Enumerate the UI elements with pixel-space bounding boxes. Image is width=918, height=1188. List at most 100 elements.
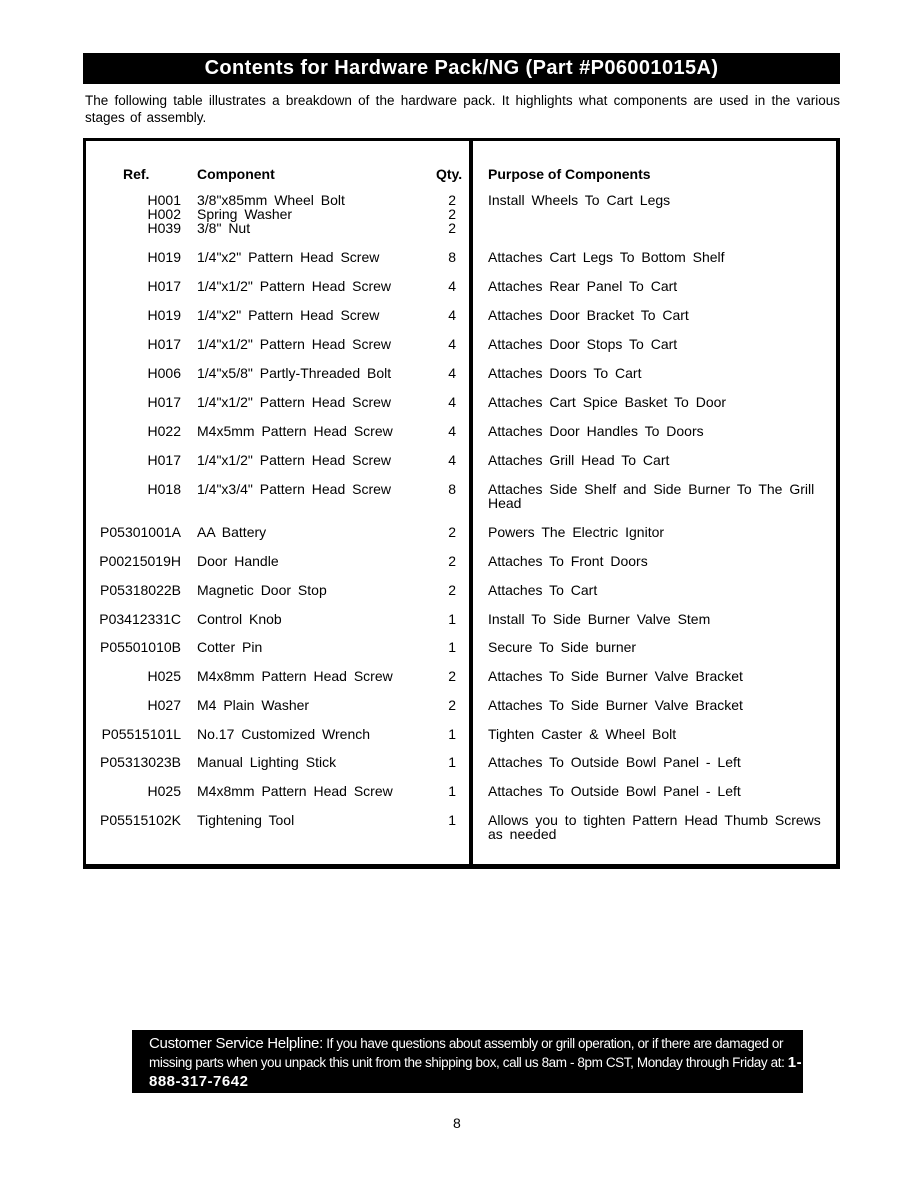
ref-code: H018 — [147, 481, 181, 497]
ref-code: P05313023B — [100, 754, 181, 770]
qty-cell: 4 — [448, 278, 456, 294]
purpose-cell: Attaches To Side Burner Valve Bracket — [488, 668, 743, 684]
header-ref: Ref. — [123, 166, 150, 182]
purpose-cell: Install Wheels To Cart Legs — [488, 192, 671, 208]
qty-cell: 1 — [448, 639, 456, 655]
purpose-cell: Attaches Rear Panel To Cart — [488, 278, 678, 294]
component-cell: Spring Washer — [197, 206, 293, 222]
purpose-cell: Attaches To Cart — [488, 582, 598, 598]
component-cell: Cotter Pin — [197, 639, 263, 655]
component-cell: 1/4"x3/4" Pattern Head Screw — [197, 481, 392, 497]
component-cell: 1/4"x1/2" Pattern Head Screw — [197, 452, 392, 468]
ref-code: H022 — [147, 423, 181, 439]
purpose-cell: Attaches To Outside Bowl Panel - Left — [488, 783, 741, 799]
qty-cell: 2 — [448, 524, 456, 540]
ref-code: H039 — [147, 220, 181, 236]
ref-code: H017 — [147, 452, 181, 468]
ref-code: H019 — [147, 307, 181, 323]
qty-cell: 1 — [448, 611, 456, 627]
ref-code: H002 — [147, 206, 181, 222]
purpose-cell: Attaches Door Handles To Doors — [488, 423, 704, 439]
ref-code: P05318022B — [100, 582, 181, 598]
customer-service-helpline: Customer Service Helpline: If you have q… — [132, 1030, 803, 1093]
qty-cell: 2 — [448, 668, 456, 684]
ref-code: P03412331C — [99, 611, 181, 627]
purpose-cell: Attaches To Side Burner Valve Bracket — [488, 697, 743, 713]
purpose-cell: Attaches Grill Head To Cart — [488, 452, 670, 468]
component-cell: 3/8"x85mm Wheel Bolt — [197, 192, 345, 208]
qty-cell: 4 — [448, 365, 456, 381]
component-cell: AA Battery — [197, 524, 267, 540]
ref-code: P05515102K — [100, 812, 181, 828]
qty-cell: 1 — [448, 783, 456, 799]
page-title: Contents for Hardware Pack/NG (Part #P06… — [83, 53, 840, 84]
purpose-cell: Powers The Electric Ignitor — [488, 524, 665, 540]
header-component: Component — [197, 166, 275, 182]
purpose-cell: Attaches To Outside Bowl Panel - Left — [488, 754, 741, 770]
qty-cell: 4 — [448, 307, 456, 323]
component-cell: M4x8mm Pattern Head Screw — [197, 783, 393, 799]
purpose-cell: Install To Side Burner Valve Stem — [488, 611, 711, 627]
component-cell: Door Handle — [197, 553, 279, 569]
ref-code: P05501010B — [100, 639, 181, 655]
purpose-cell: Tighten Caster & Wheel Bolt — [488, 726, 677, 742]
qty-cell: 8 — [448, 481, 456, 497]
helpline-lead: Customer Service Helpline: — [149, 1035, 323, 1052]
purpose-cell: Attaches To Front Doors — [488, 553, 648, 569]
qty-cell: 1 — [448, 726, 456, 742]
purpose-cell: Attaches Doors To Cart — [488, 365, 642, 381]
header-qty: Qty. — [436, 166, 463, 182]
ref-code: H001 — [147, 192, 181, 208]
component-cell: 1/4"x1/2" Pattern Head Screw — [197, 394, 392, 410]
qty-cell: 2 — [448, 582, 456, 598]
ref-code: H006 — [147, 365, 181, 381]
ref-code: P05515101L — [101, 726, 181, 742]
page-number: 8 — [453, 1115, 461, 1131]
purpose-cell: Attaches Door Bracket To Cart — [488, 307, 689, 323]
component-cell: M4x8mm Pattern Head Screw — [197, 668, 393, 684]
purpose-cell: Attaches Door Stops To Cart — [488, 336, 678, 352]
qty-cell: 2 — [448, 206, 456, 222]
qty-cell: 4 — [448, 394, 456, 410]
purpose-cell: Allows you to tighten Pattern Head Thumb… — [488, 812, 821, 842]
component-cell: 1/4"x2" Pattern Head Screw — [197, 307, 380, 323]
ref-code: P05301001A — [100, 524, 181, 540]
column-divider — [469, 138, 473, 869]
component-cell: M4 Plain Washer — [197, 697, 310, 713]
purpose-cell: Attaches Cart Spice Basket To Door — [488, 394, 727, 410]
qty-cell: 4 — [448, 336, 456, 352]
component-cell: 1/4"x5/8" Partly-Threaded Bolt — [197, 365, 392, 381]
component-cell: 1/4"x2" Pattern Head Screw — [197, 249, 380, 265]
qty-cell: 4 — [448, 423, 456, 439]
component-cell: M4x5mm Pattern Head Screw — [197, 423, 393, 439]
ref-code: H025 — [147, 783, 181, 799]
component-cell: Magnetic Door Stop — [197, 582, 327, 598]
qty-cell: 2 — [448, 553, 456, 569]
component-cell: Control Knob — [197, 611, 282, 627]
qty-cell: 4 — [448, 452, 456, 468]
component-cell: 3/8" Nut — [197, 220, 251, 236]
component-cell: 1/4"x1/2" Pattern Head Screw — [197, 336, 392, 352]
component-cell: Manual Lighting Stick — [197, 754, 337, 770]
ref-code: H025 — [147, 668, 181, 684]
ref-code: H017 — [147, 394, 181, 410]
ref-code: H027 — [147, 697, 181, 713]
qty-cell: 1 — [448, 812, 456, 828]
ref-code: P00215019H — [99, 553, 181, 569]
purpose-cell: Attaches Side Shelf and Side Burner To T… — [488, 481, 815, 511]
qty-cell: 2 — [448, 220, 456, 236]
component-cell: 1/4"x1/2" Pattern Head Screw — [197, 278, 392, 294]
ref-code: H017 — [147, 278, 181, 294]
ref-code: H019 — [147, 249, 181, 265]
purpose-cell: Secure To Side burner — [488, 639, 637, 655]
component-cell: No.17 Customized Wrench — [197, 726, 371, 742]
qty-cell: 1 — [448, 754, 456, 770]
ref-code: H017 — [147, 336, 181, 352]
intro-paragraph: The following table illustrates a breakd… — [85, 93, 840, 125]
component-cell: Tightening Tool — [197, 812, 295, 828]
header-purpose: Purpose of Components — [488, 166, 651, 182]
qty-cell: 8 — [448, 249, 456, 265]
qty-cell: 2 — [448, 192, 456, 208]
qty-cell: 2 — [448, 697, 456, 713]
purpose-cell: Attaches Cart Legs To Bottom Shelf — [488, 249, 725, 265]
